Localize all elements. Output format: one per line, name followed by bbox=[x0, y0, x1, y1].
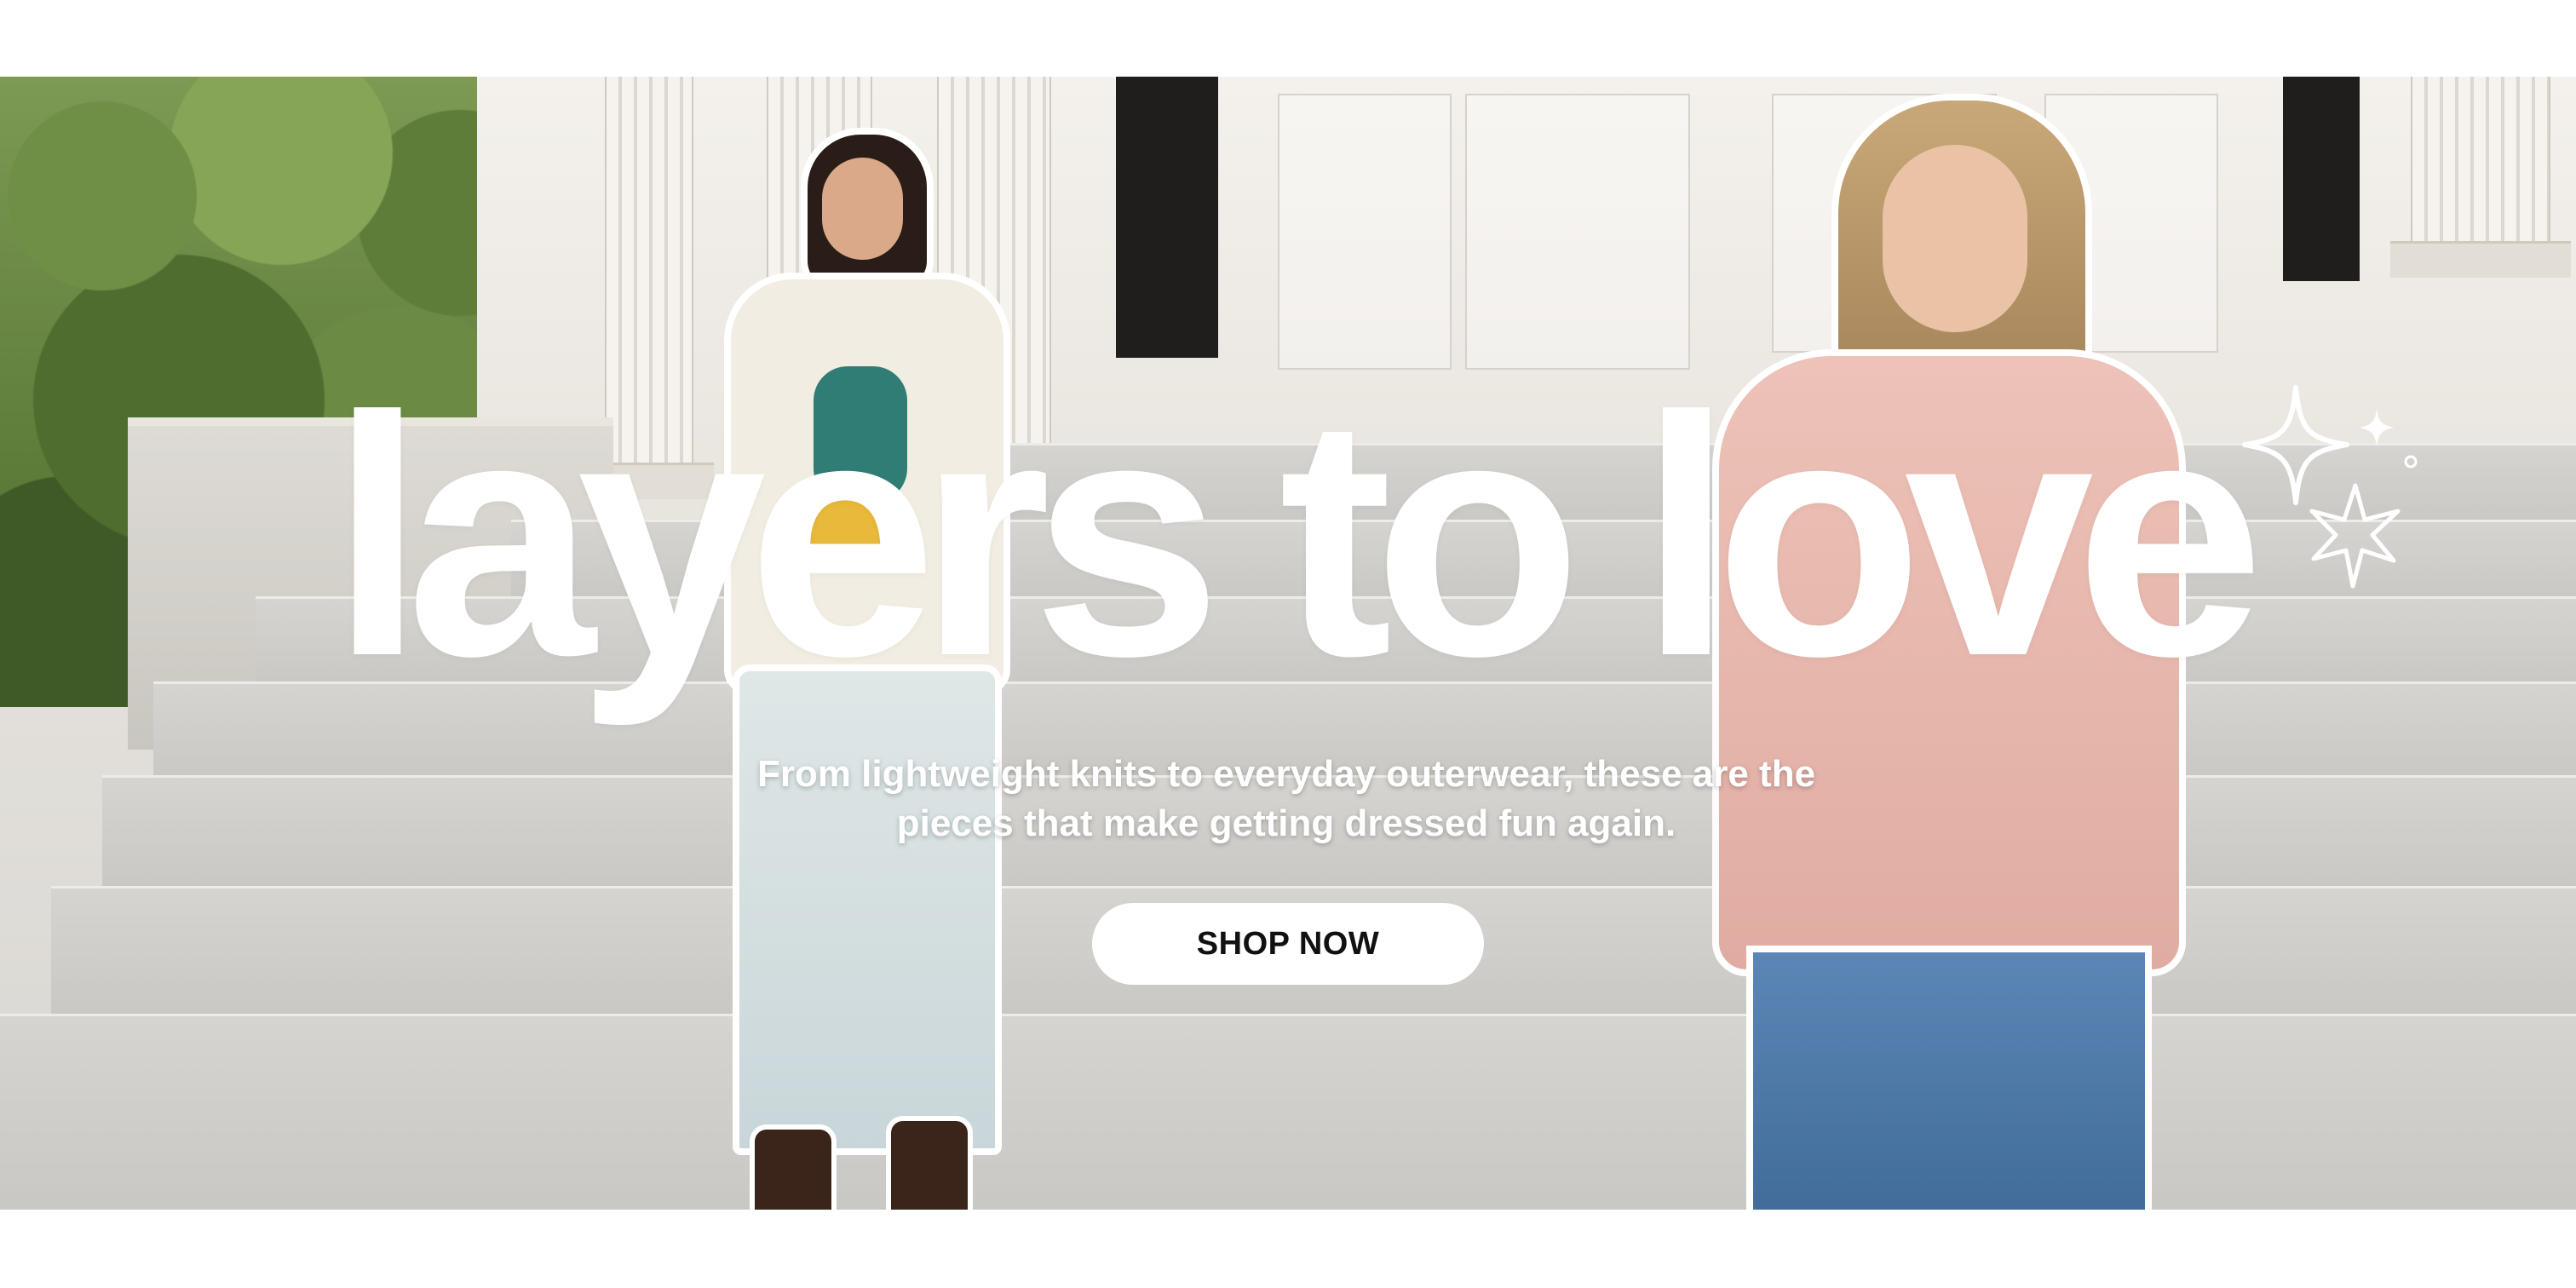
hero-subtext-line2: pieces that make getting dressed fun aga… bbox=[896, 802, 1676, 844]
wall-panel bbox=[1465, 94, 1690, 370]
hero-headline: layers to love bbox=[330, 346, 2265, 727]
doorway bbox=[1116, 77, 1218, 358]
shop-now-button[interactable]: SHOP NOW bbox=[1092, 903, 1484, 985]
column bbox=[2390, 77, 2571, 278]
hero-subtext-line1: From lightweight knits to everyday outer… bbox=[756, 753, 1816, 795]
wall-panel bbox=[1278, 94, 1452, 370]
stair-step bbox=[0, 1014, 2576, 1210]
hero-subtext: From lightweight knits to everyday outer… bbox=[647, 750, 1925, 848]
doorway bbox=[2283, 77, 2360, 281]
hero-banner[interactable]: layers to love From lightweight knits to… bbox=[0, 77, 2576, 1210]
